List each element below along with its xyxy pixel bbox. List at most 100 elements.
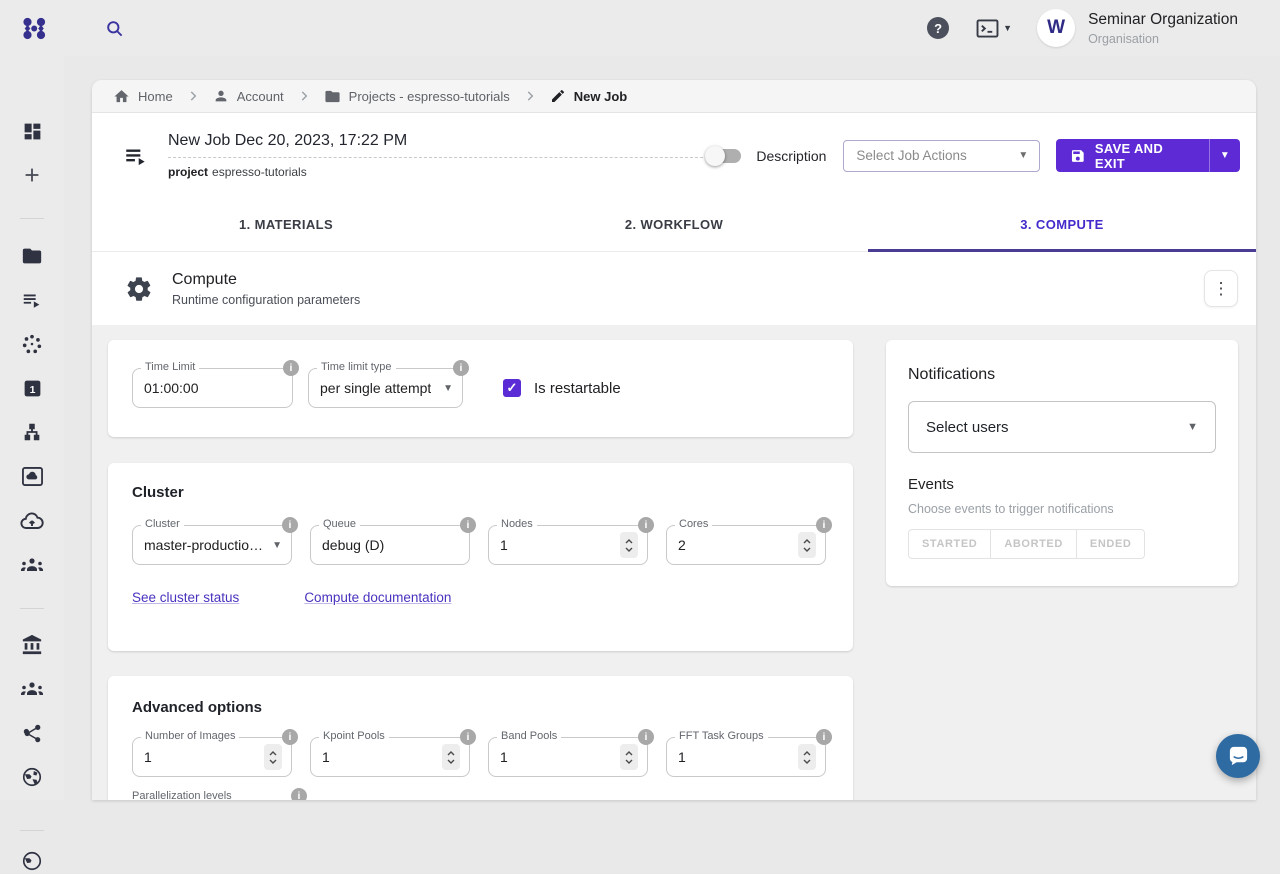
sidebar-item-workflows[interactable]: 1 [19, 375, 45, 401]
parallelization-levels-field[interactable]: Parallelization levels i [132, 788, 307, 800]
field-label: Queue [319, 518, 360, 530]
event-aborted-button[interactable]: ABORTED [990, 529, 1077, 559]
compute-section-header: Compute Runtime configuration parameters… [92, 252, 1256, 325]
field-value: 1 [678, 749, 686, 765]
breadcrumb: Home Account Projects - espresso-tutoria… [92, 80, 1256, 113]
sidebar-item-jobs[interactable] [19, 287, 45, 313]
fft-task-groups-field[interactable]: FFT Task Groups 1 i [666, 737, 826, 777]
sidebar-item-globe[interactable] [19, 764, 45, 790]
number-stepper[interactable] [620, 532, 638, 558]
section-menu-button[interactable]: ⋮ [1204, 270, 1238, 307]
console-button[interactable]: ▼ [976, 19, 1012, 38]
breadcrumb-home[interactable]: Home [113, 88, 173, 105]
sidebar-item-cloud-upload[interactable] [19, 508, 45, 534]
field-value: per single attempt [320, 380, 431, 396]
save-menu-button[interactable]: ▼ [1210, 139, 1240, 172]
cluster-select[interactable]: Cluster master-productio… ▼ i [132, 525, 292, 565]
sidebar-item-materials[interactable] [19, 331, 45, 357]
sidebar-item-globe-partial[interactable] [19, 848, 45, 874]
cores-field[interactable]: Cores 2 i [666, 525, 826, 565]
topbar: ? ▼ W Seminar Organization Organisation [0, 0, 1280, 56]
tab-compute[interactable]: 3. COMPUTE [868, 198, 1256, 251]
sidebar-item-team[interactable] [19, 552, 45, 578]
job-project: projectespresso-tutorials [168, 165, 708, 179]
org-name: Seminar Organization [1088, 11, 1238, 29]
sidebar-item-institution[interactable] [19, 632, 45, 658]
field-label: Kpoint Pools [319, 730, 389, 742]
event-buttons-group: STARTED ABORTED ENDED [908, 529, 1145, 559]
job-title[interactable]: New Job Dec 20, 2023, 17:22 PM [168, 132, 708, 158]
breadcrumb-new-job[interactable]: New Job [550, 88, 627, 104]
help-button[interactable]: ? [927, 17, 949, 39]
job-title-block: New Job Dec 20, 2023, 17:22 PM projectes… [168, 132, 708, 179]
tab-workflow[interactable]: 2. WORKFLOW [480, 198, 868, 251]
search-icon[interactable] [105, 19, 124, 38]
breadcrumb-label: Projects - espresso-tutorials [349, 89, 510, 104]
event-started-button[interactable]: STARTED [908, 529, 991, 559]
field-value: 1 [322, 749, 330, 765]
save-label: SAVE AND EXIT [1095, 141, 1195, 171]
save-and-exit-button[interactable]: SAVE AND EXIT [1056, 139, 1208, 172]
info-icon[interactable]: i [282, 729, 298, 745]
description-toggle[interactable] [708, 149, 741, 163]
info-icon[interactable]: i [282, 517, 298, 533]
nodes-field[interactable]: Nodes 1 i [488, 525, 648, 565]
info-icon[interactable]: i [453, 360, 469, 376]
cluster-card-title: Cluster [132, 484, 184, 501]
sidebar-item-members[interactable] [19, 676, 45, 702]
sidebar-item-organization-tree[interactable] [19, 419, 45, 445]
notifications-card: Notifications Select users ▼ Events Choo… [886, 340, 1238, 586]
info-icon[interactable]: i [816, 729, 832, 745]
band-pools-field[interactable]: Band Pools 1 i [488, 737, 648, 777]
number-stepper[interactable] [798, 532, 816, 558]
is-restartable-checkbox[interactable]: ✓ [503, 379, 521, 397]
breadcrumb-account[interactable]: Account [213, 88, 284, 104]
select-users-dropdown[interactable]: Select users ▼ [908, 401, 1216, 453]
avatar[interactable]: W [1037, 9, 1075, 47]
sidebar-item-add-new[interactable] [19, 162, 45, 188]
info-icon[interactable]: i [638, 517, 654, 533]
breadcrumb-project[interactable]: Projects - espresso-tutorials [324, 88, 510, 105]
is-restartable-group: ✓ Is restartable [503, 368, 621, 408]
field-value: 1 [500, 749, 508, 765]
sidebar-item-media-bank[interactable] [19, 463, 45, 489]
events-subtitle: Choose events to trigger notifications [908, 502, 1216, 516]
info-icon[interactable]: i [638, 729, 654, 745]
section-title: Compute [172, 271, 360, 289]
person-icon [213, 88, 229, 104]
number-stepper[interactable] [264, 744, 282, 770]
chevron-right-icon [186, 89, 200, 103]
app-logo-icon[interactable] [19, 14, 49, 43]
info-icon[interactable]: i [816, 517, 832, 533]
chat-button[interactable] [1216, 734, 1260, 778]
number-of-images-field[interactable]: Number of Images 1 i [132, 737, 292, 777]
sidebar-item-dashboard[interactable] [19, 118, 45, 144]
number-stepper[interactable] [798, 744, 816, 770]
chevron-down-icon: ▼ [272, 540, 282, 551]
cluster-status-link[interactable]: See cluster status [132, 590, 239, 605]
compute-documentation-link[interactable]: Compute documentation [304, 590, 451, 605]
number-stepper[interactable] [620, 744, 638, 770]
topbar-right: ? ▼ W Seminar Organization Organisation [927, 9, 1238, 47]
queue-field[interactable]: Queue debug (D) i [310, 525, 470, 565]
org-block[interactable]: Seminar Organization Organisation [1088, 11, 1238, 46]
info-icon[interactable]: i [460, 517, 476, 533]
tab-materials[interactable]: 1. MATERIALS [92, 198, 480, 251]
breadcrumb-label: New Job [574, 89, 627, 104]
chevron-down-icon: ▼ [1187, 421, 1198, 433]
job-actions-placeholder: Select Job Actions [856, 148, 966, 163]
event-ended-button[interactable]: ENDED [1076, 529, 1146, 559]
svg-text:1: 1 [29, 383, 35, 395]
time-limit-type-select[interactable]: Time limit type per single attempt ▼ i [308, 368, 463, 408]
sidebar-divider [20, 608, 44, 609]
number-stepper[interactable] [442, 744, 460, 770]
time-limit-field[interactable]: Time Limit 01:00:00 i [132, 368, 293, 408]
sidebar-item-projects[interactable] [19, 243, 45, 269]
chevron-right-icon [523, 89, 537, 103]
info-icon[interactable]: i [291, 788, 307, 800]
kpoint-pools-field[interactable]: Kpoint Pools 1 i [310, 737, 470, 777]
info-icon[interactable]: i [460, 729, 476, 745]
sidebar-item-share[interactable] [19, 720, 45, 746]
job-actions-select[interactable]: Select Job Actions ▼ [843, 140, 1040, 172]
info-icon[interactable]: i [283, 360, 299, 376]
